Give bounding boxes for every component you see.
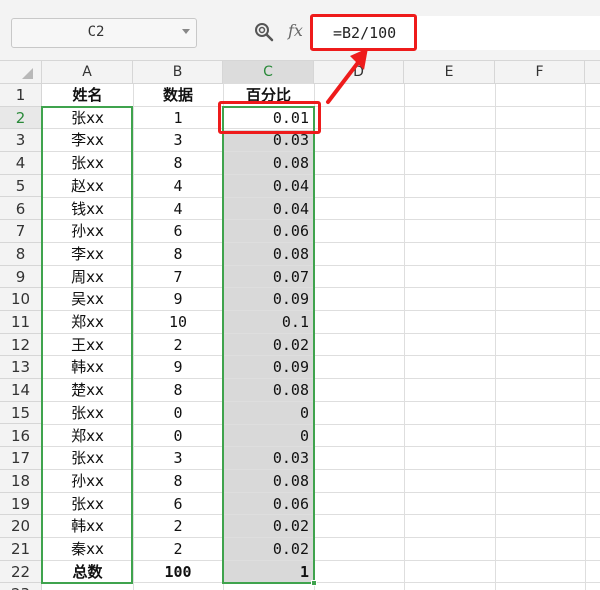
- row-header-22[interactable]: 22: [0, 560, 42, 584]
- cell-b18[interactable]: 8: [133, 471, 223, 493]
- row-header-17[interactable]: 17: [0, 447, 42, 470]
- cell-b11[interactable]: 10: [133, 312, 223, 334]
- cell-b12[interactable]: 2: [133, 335, 223, 357]
- cell-b7[interactable]: 6: [133, 221, 223, 243]
- formula-bar: C2 fx =B2/100: [0, 0, 600, 60]
- column-header-f[interactable]: F: [495, 61, 585, 84]
- row-header-4[interactable]: 4: [0, 152, 42, 175]
- column-header-e[interactable]: E: [404, 61, 495, 84]
- cell-b3[interactable]: 3: [133, 130, 223, 152]
- row-header-8[interactable]: 8: [0, 242, 42, 266]
- selection-border: [222, 106, 315, 584]
- cell-b20[interactable]: 2: [133, 516, 223, 538]
- column-a-range-border: [41, 106, 133, 584]
- cell-b1[interactable]: 数据: [133, 85, 223, 107]
- row-header-3[interactable]: 3: [0, 129, 42, 153]
- row-header-21[interactable]: 21: [0, 538, 42, 561]
- row-header-18[interactable]: 18: [0, 469, 42, 493]
- zoom-icon[interactable]: [254, 22, 274, 42]
- cell-a1[interactable]: 姓名: [42, 85, 133, 107]
- cell-b14[interactable]: 8: [133, 380, 223, 402]
- cell-b13[interactable]: 9: [133, 357, 223, 379]
- column-header-a[interactable]: A: [42, 61, 133, 84]
- row-header-7[interactable]: 7: [0, 220, 42, 243]
- chevron-down-icon[interactable]: [182, 29, 190, 34]
- row-header-6[interactable]: 6: [0, 197, 42, 221]
- cell-b15[interactable]: 0: [133, 403, 223, 425]
- cell-b8[interactable]: 8: [133, 244, 223, 266]
- cell-b6[interactable]: 4: [133, 199, 223, 221]
- cell-b17[interactable]: 3: [133, 448, 223, 470]
- cell-b5[interactable]: 4: [133, 176, 223, 198]
- row-header-2[interactable]: 2: [0, 106, 42, 130]
- cell-b2[interactable]: 1: [133, 108, 223, 130]
- name-box[interactable]: C2: [11, 18, 197, 48]
- row-header-10[interactable]: 10: [0, 288, 42, 311]
- row-header-20[interactable]: 20: [0, 515, 42, 538]
- cell-b16[interactable]: 0: [133, 426, 223, 448]
- column-header-b[interactable]: B: [133, 61, 223, 84]
- annotation-arrow-icon: [326, 48, 368, 104]
- cell-b22[interactable]: 100: [133, 562, 223, 584]
- cell-c23[interactable]: [223, 584, 314, 590]
- row-header-19[interactable]: 19: [0, 492, 42, 516]
- row-header-5[interactable]: 5: [0, 174, 42, 198]
- row-header-9[interactable]: 9: [0, 265, 42, 289]
- row-header-1[interactable]: 1: [0, 84, 42, 107]
- row-header-16[interactable]: 16: [0, 424, 42, 448]
- row-header-13[interactable]: 13: [0, 356, 42, 380]
- row-header-15[interactable]: 15: [0, 401, 42, 425]
- fx-icon[interactable]: fx: [288, 21, 303, 40]
- column-header-bar: A B C D E F: [0, 60, 600, 84]
- cell-b19[interactable]: 6: [133, 494, 223, 516]
- cell-annotation-box: [218, 101, 321, 134]
- select-all-icon: [22, 68, 33, 79]
- cell-b21[interactable]: 2: [133, 539, 223, 561]
- row-header-14[interactable]: 14: [0, 379, 42, 402]
- cell-b9[interactable]: 7: [133, 267, 223, 289]
- cell-a23[interactable]: [42, 584, 133, 590]
- select-all-corner[interactable]: [0, 61, 42, 84]
- cell-b10[interactable]: 9: [133, 289, 223, 311]
- row-header-12[interactable]: 12: [0, 333, 42, 357]
- cell-b23[interactable]: [133, 584, 223, 590]
- column-header-c[interactable]: C: [223, 61, 314, 84]
- fill-handle[interactable]: [311, 580, 317, 586]
- name-box-value: C2: [87, 24, 105, 40]
- row-header-11[interactable]: 11: [0, 311, 42, 334]
- row-header-23[interactable]: 23: [0, 583, 42, 590]
- cell-b4[interactable]: 8: [133, 153, 223, 175]
